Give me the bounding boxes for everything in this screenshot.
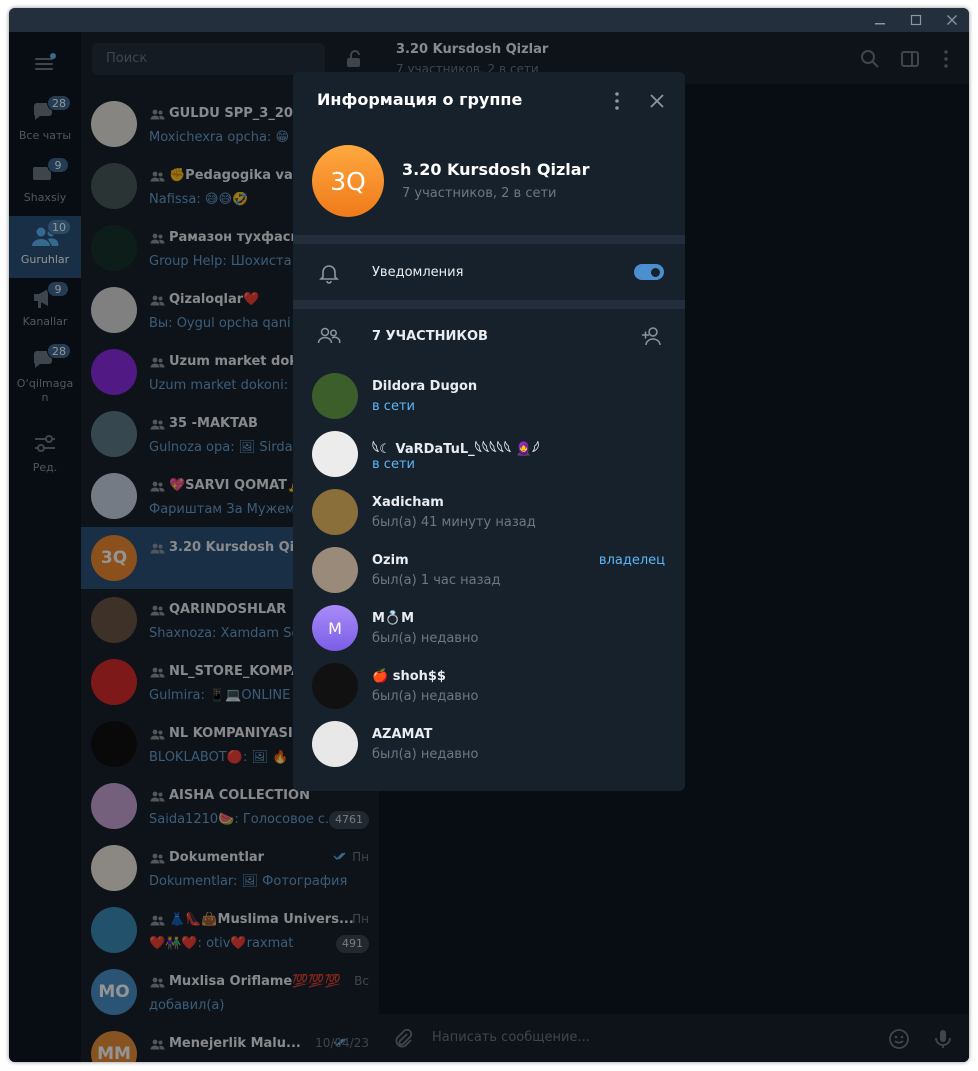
members-header: 7 УЧАСТНИКОВ [293,310,685,360]
group-info-dialog: Информация о группе 3Q 3.20 Kursdosh Qiz… [293,72,685,791]
more-options-icon[interactable] [605,89,629,113]
close-icon [947,15,957,25]
divider [293,235,685,244]
member-status: в сети [372,457,415,472]
member-name: Dildora Dugon [372,379,478,394]
member-status: был(а) недавно [372,689,479,704]
member-item[interactable]: Ozim был(а) 1 час назад владелец [293,542,685,600]
maximize-button[interactable] [898,8,934,32]
minimize-button[interactable] [862,8,898,32]
member-avatar [312,547,358,593]
close-window-button[interactable] [934,8,969,32]
member-item[interactable]: 𓆩☾ VaRDaTuL_𓆩𓆩𓆩𓆩𓆩 🧕𓆪 в сети [293,426,685,484]
notifications-toggle[interactable] [634,264,664,280]
member-item[interactable]: M M💍M был(а) недавно [293,600,685,658]
member-item[interactable]: 🍎 shoh$$ был(а) недавно [293,658,685,716]
maximize-icon [910,14,922,26]
group-avatar: 3Q [312,145,384,217]
add-member-icon[interactable] [640,325,664,347]
member-name: M💍M [372,611,415,626]
group-name: 3.20 Kursdosh Qizlar [402,160,590,179]
member-name: AZAMAT [372,727,433,742]
member-name: 🍎 shoh$$ [372,669,446,684]
notifications-label: Уведомления [372,265,464,280]
members-count-label: 7 УЧАСТНИКОВ [372,329,488,344]
member-avatar [312,663,358,709]
member-name: 𓆩☾ VaRDaTuL_𓆩𓆩𓆩𓆩𓆩 🧕𓆪 [372,442,540,457]
telegram-window: 28 Все чаты 9 Shaxsiy 10 Guruhlar 9 Kana… [9,8,969,1062]
bell-icon [319,265,339,284]
member-avatar [312,373,358,419]
members-icon [317,327,341,344]
member-status: был(а) недавно [372,747,479,762]
member-status: был(а) 41 минуту назад [372,515,536,530]
avatar-initials: M [328,618,342,638]
group-members-summary: 7 участников, 2 в сети [402,186,557,201]
minimize-icon [875,23,885,25]
member-name: Ozim [372,553,409,568]
member-status: был(а) 1 час назад [372,573,501,588]
member-avatar [312,721,358,767]
divider [293,300,685,309]
notifications-row[interactable]: Уведомления [293,244,685,300]
title-bar [9,8,969,32]
member-status: в сети [372,399,415,414]
member-item[interactable]: Xadicham был(а) 41 минуту назад [293,484,685,542]
dialog-title: Информация о группе [317,90,523,109]
member-item[interactable]: AZAMAT был(а) недавно [293,716,685,774]
member-role-badge: владелец [598,553,665,568]
member-avatar [312,489,358,535]
member-avatar [312,431,358,477]
member-status: был(а) недавно [372,631,479,646]
member-name: Xadicham [372,495,444,510]
member-item[interactable]: Dildora Dugon в сети [293,368,685,426]
member-avatar: M [312,605,358,651]
close-icon[interactable] [645,89,669,113]
